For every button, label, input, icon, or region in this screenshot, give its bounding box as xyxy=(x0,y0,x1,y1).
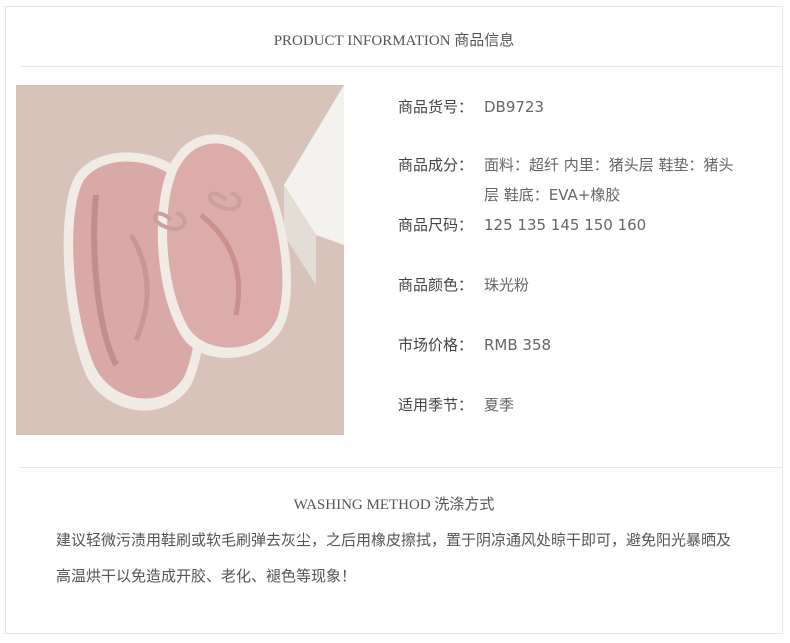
detail-value-color: 珠光粉 xyxy=(484,276,530,294)
top-divider xyxy=(20,66,782,67)
detail-label-price: 市场价格： xyxy=(398,336,474,354)
detail-label-season: 适用季节： xyxy=(398,396,474,414)
product-info-title: PRODUCT INFORMATION 商品信息 xyxy=(273,33,515,49)
detail-value-sku: DB9723 xyxy=(484,98,545,116)
washing-method-title: WASHING METHOD 洗涤方式 xyxy=(293,497,495,513)
detail-value-material: 面料：超纤 内里：猪头层 鞋垫：猪头层 鞋底：EVA+橡胶 xyxy=(484,156,734,204)
detail-value-season: 夏季 xyxy=(484,396,515,414)
detail-label-size: 商品尺码： xyxy=(398,216,474,234)
product-photo xyxy=(16,85,344,435)
middle-divider xyxy=(20,467,782,468)
detail-value-size: 125 135 145 150 160 xyxy=(484,216,647,234)
detail-label-color: 商品颜色： xyxy=(398,276,474,294)
detail-label-material: 商品成分： xyxy=(398,156,474,174)
washing-instructions: 建议轻微污渍用鞋刷或软毛刷弹去灰尘，之后用橡皮擦拭，置于阴凉通风处晾干即可，避免… xyxy=(56,531,732,585)
detail-label-sku: 商品货号： xyxy=(398,98,474,116)
detail-value-price: RMB 358 xyxy=(484,336,552,354)
